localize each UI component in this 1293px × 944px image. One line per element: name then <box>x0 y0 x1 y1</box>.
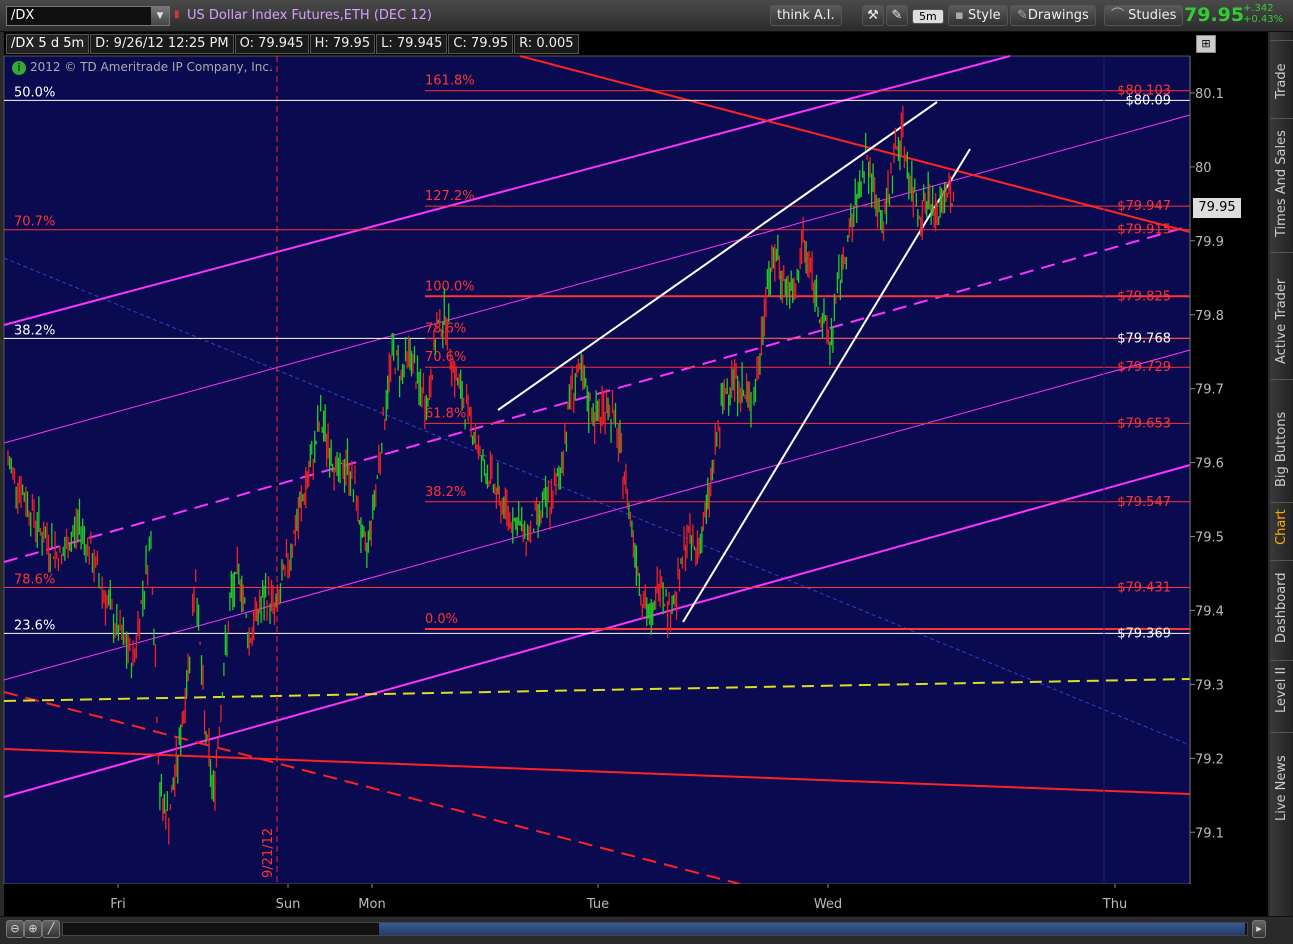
fib-price-label: $79.825 <box>1117 289 1171 304</box>
fib-price-label: $79.947 <box>1117 199 1171 214</box>
fib-left-label: 23.6% <box>14 618 55 633</box>
fib-mid-label: 161.8% <box>425 74 475 89</box>
bar-high: H: 79.95 <box>309 34 376 54</box>
side-tab-dashboard[interactable]: Dashboard <box>1270 560 1293 646</box>
plot-background <box>3 55 1191 885</box>
zoom-in-icon[interactable]: ⊕ <box>24 920 42 938</box>
price-axis[interactable] <box>1191 56 1267 885</box>
bar-close: C: 79.95 <box>448 34 514 54</box>
side-tab-trade[interactable]: Trade <box>1270 40 1293 102</box>
session-marker-label: 9/21/12 <box>261 828 276 878</box>
fib-price-label: $79.729 <box>1117 360 1171 375</box>
fib-mid-label: 127.2% <box>425 189 475 204</box>
fib-price-label: $79.431 <box>1117 581 1171 596</box>
fib-left-label: 38.2% <box>14 323 55 338</box>
copyright: i 2012 © TD Ameritrade IP Company, Inc. <box>12 60 273 75</box>
copyright-text: 2012 © TD Ameritrade IP Company, Inc. <box>30 60 273 74</box>
fib-mid-label: 0.0% <box>425 612 458 627</box>
fib-left-label: 50.0% <box>14 85 55 100</box>
bottom-bar: ⊖ ⊕ ╱ ▸ <box>0 916 1293 944</box>
bar-open: O: 79.945 <box>234 34 309 54</box>
last-price-tag: 79.95 <box>1193 198 1241 218</box>
x-tick-label: Tue <box>586 897 609 912</box>
fib-price-label: $79.653 <box>1117 416 1171 431</box>
line-tool-icon[interactable]: ╱ <box>42 920 60 938</box>
fib-mid-label: 38.2% <box>425 485 466 500</box>
price-chart[interactable]: 9/21/12 50.0% 70.7% 38.2% 78.6% 23.6% 161.8% 12… <box>0 0 1293 944</box>
fib-left-label: 78.6% <box>14 573 55 588</box>
scroll-thumb[interactable] <box>379 923 1245 935</box>
fib-price-label: $79.369 <box>1117 626 1171 641</box>
bar-range: R: 0.005 <box>514 34 579 54</box>
scroll-right-icon[interactable]: ▸ <box>1252 920 1266 938</box>
x-tick-label: Thu <box>1102 897 1127 912</box>
x-tick-label: Fri <box>110 897 126 912</box>
fib-mid-label: 70.6% <box>425 350 466 365</box>
side-tab-live-news[interactable]: Live News <box>1270 732 1293 824</box>
side-tab-active-trader[interactable]: Active Trader <box>1270 252 1293 367</box>
side-tabs: Trade Times And Sales Active Trader Big But… <box>1270 32 1293 916</box>
zoom-icon[interactable]: ⊞ <box>1196 35 1216 53</box>
fib-price-label: $80.09 <box>1126 93 1172 108</box>
side-tab-times-and-sales[interactable]: Times And Sales <box>1270 118 1293 240</box>
side-tab-chart[interactable]: Chart <box>1270 502 1293 548</box>
bar-date: D: 9/26/12 12:25 PM <box>90 34 234 54</box>
x-tick-label: Wed <box>814 897 842 912</box>
fib-price-label: $79.768 <box>1117 331 1171 346</box>
fib-mid-label: 100.0% <box>425 279 475 294</box>
zoom-out-icon[interactable]: ⊖ <box>6 920 24 938</box>
info-bar: /DX 5 d 5m D: 9/26/12 12:25 PM O: 79.945… <box>6 34 580 54</box>
side-tab-big-buttons[interactable]: Big Buttons <box>1270 379 1293 490</box>
fib-price-label: $79.547 <box>1117 495 1171 510</box>
fib-price-label: $79.915 <box>1117 223 1171 238</box>
fib-mid-label: 61.8% <box>425 406 466 421</box>
fib-left-label: 70.7% <box>14 215 55 230</box>
bar-low: L: 79.945 <box>376 34 448 54</box>
x-tick-label: Sun <box>276 897 301 912</box>
symbol-period[interactable]: /DX 5 d 5m <box>6 34 90 54</box>
time-scrollbar[interactable] <box>62 922 1248 936</box>
side-tab-level-ii[interactable]: Level II <box>1270 660 1293 716</box>
x-tick-label: Mon <box>358 897 385 912</box>
info-icon[interactable]: i <box>12 61 26 75</box>
